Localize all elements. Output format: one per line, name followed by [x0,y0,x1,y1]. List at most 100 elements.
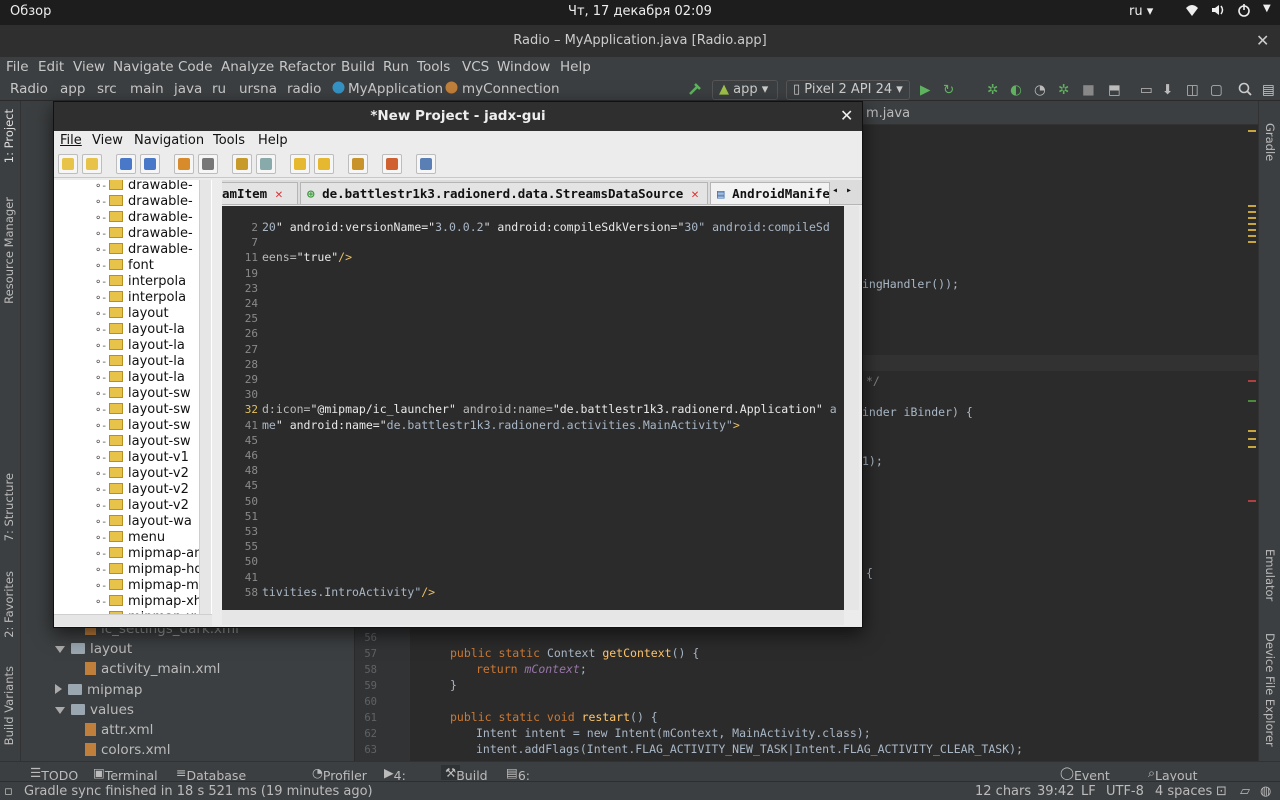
coverage-icon[interactable]: ◐ [1010,82,1026,98]
jadx-tab[interactable]: ⊕ de.battlestr1k3.radionerd.data.Streams… [300,182,708,204]
tree-handle-icon[interactable]: ⚬- [94,437,106,448]
tool-resource-manager[interactable]: Resource Manager [2,197,16,304]
tree-handle-icon[interactable]: ⚬- [94,405,106,416]
menu-vcs[interactable]: VCS [462,59,489,75]
tree-handle-icon[interactable]: ⚬- [94,501,106,512]
tree-handle-icon[interactable]: ⚬- [94,469,106,480]
breadcrumb-item[interactable]: MyApplication [348,81,443,97]
jadx-tree-item[interactable]: ⚬- layout-la [94,322,185,337]
jadx-tree-item[interactable]: ⚬- layout-v2 [94,498,189,513]
code-h-scrollbar[interactable] [222,610,844,625]
forward-button[interactable] [314,154,334,174]
jadx-tree-item[interactable]: ⚬- layout-wa [94,514,192,529]
tool-build-variants[interactable]: Build Variants [2,666,16,745]
tool-event-log[interactable]: ◯ Event Log [1060,765,1110,798]
menu-build[interactable]: Build [341,59,375,75]
tree-handle-icon[interactable]: ⚬- [94,181,106,192]
attach-debugger-icon[interactable]: ✲ [1058,82,1074,98]
jadx-tree-item[interactable]: ⚬- layout-sw [94,386,191,401]
tree-handle-icon[interactable]: ⚬- [94,213,106,224]
jadx-menu-view[interactable]: View [92,133,123,148]
menu-run[interactable]: Run [383,59,409,75]
jadx-tree-item[interactable]: ⚬- layout-sw [94,418,191,433]
tree-item[interactable]: mipmap [55,682,142,698]
tree-handle-icon[interactable]: ⚬- [94,309,106,320]
tree-handle-icon[interactable]: ⚬- [94,245,106,256]
sync-tree-button[interactable] [174,154,194,174]
tab-scroll-right-icon[interactable]: ▸ [846,185,852,196]
tree-handle-icon[interactable]: ⚬- [94,453,106,464]
tree-handle-icon[interactable]: ⚬- [94,485,106,496]
tree-v-scrollbar[interactable] [199,180,211,614]
jadx-tree-item[interactable]: ⚬- layout-v2 [94,466,189,481]
menu-edit[interactable]: Edit [38,59,64,75]
tree-handle-icon[interactable]: ⚬- [94,421,106,432]
breadcrumb-item[interactable]: radio [287,81,321,97]
open-file-button[interactable] [58,154,78,174]
menu-view[interactable]: View [73,59,105,75]
jadx-tree-item[interactable]: ⚬- drawable- [94,210,193,225]
tool-project[interactable]: 1: Project [2,109,16,163]
jadx-tree-item[interactable]: ⚬- interpola [94,274,186,289]
error-stripe-marker[interactable] [1248,205,1256,245]
tree-handle-icon[interactable]: ⚬- [94,261,106,272]
tree-handle-icon[interactable]: ⚬- [94,229,106,240]
jadx-tree-item[interactable]: ⚬- mipmap-an [94,546,202,561]
tree-item[interactable]: values [55,702,134,718]
close-icon[interactable]: ✕ [1256,31,1269,50]
error-stripe-marker[interactable] [1248,400,1256,402]
back-button[interactable] [290,154,310,174]
tab-scroll-left-icon[interactable]: ◂ [832,185,838,196]
run-config-select[interactable]: ▲ app ▾ [712,80,778,100]
tool-todo[interactable]: ☰ TODO [30,765,78,783]
tool-database-inspector[interactable]: ≡ Database Inspector [176,765,246,798]
run-icon[interactable]: ▶ [920,82,936,98]
stop-icon[interactable]: ■ [1082,82,1098,98]
breadcrumb-item[interactable]: ursna [239,81,277,97]
keyboard-layout[interactable]: ru ▾ [1129,4,1153,19]
hammer-icon[interactable] [688,82,704,96]
export-button[interactable] [140,154,160,174]
tool-build[interactable]: ⚒ Build [441,765,488,783]
error-stripe-marker[interactable] [1248,130,1256,132]
jadx-tree-item[interactable]: ⚬- layout-la [94,354,185,369]
preferences-button[interactable] [416,154,436,174]
jadx-menu-tools[interactable]: Tools [213,133,245,148]
tree-handle-icon[interactable]: ⚬- [94,341,106,352]
tool-logcat[interactable]: ▤ 6: Logcat [506,765,560,798]
menu-help[interactable]: Help [560,59,591,75]
jadx-tree-item[interactable]: ⚬- menu [94,530,165,545]
close-tab-icon[interactable]: ✕ [275,186,283,201]
tree-handle-icon[interactable]: ⚬- [94,357,106,368]
code-v-scrollbar[interactable] [844,206,859,610]
jadx-tree-item[interactable]: ⚬- drawable- [94,194,193,209]
tool-terminal[interactable]: ▣ Terminal [93,765,158,783]
log-viewer-button[interactable] [382,154,402,174]
jadx-tree-item[interactable]: ⚬- interpola [94,290,186,305]
tool-run[interactable]: ▶ 4: Run [384,765,418,798]
menu-refactor[interactable]: Refactor [279,59,336,75]
search-text-button[interactable] [232,154,252,174]
save-all-button[interactable] [116,154,136,174]
tree-item[interactable]: layout [55,641,132,657]
jadx-tree-item[interactable]: ⚬- layout-v1 [94,450,189,465]
menu-tools[interactable]: Tools [417,59,450,75]
jadx-tree-item[interactable]: ⚬- font [94,258,154,273]
flatten-packages-button[interactable] [198,154,218,174]
tool-structure[interactable]: 7: Structure [2,473,16,541]
apply-changes-icon[interactable]: ↻ [943,82,959,98]
menu-window[interactable]: Window [497,59,550,75]
tree-handle-icon[interactable]: ⚬- [94,549,106,560]
tool-profiler[interactable]: ◔ Profiler [312,765,367,783]
tool-layout-inspector[interactable]: ⌕ Layout Inspector [1148,765,1213,798]
tree-item[interactable]: attr.xml [85,722,153,738]
jadx-menu-file[interactable]: File [60,133,82,148]
breadcrumb-item[interactable]: main [130,81,164,97]
jadx-tree-item[interactable]: ⚬- layout-la [94,370,185,385]
search-class-button[interactable] [256,154,276,174]
tree-h-scrollbar[interactable] [54,614,212,626]
jadx-tree-item[interactable]: ⚬- drawable- [94,180,193,193]
jadx-tree-item[interactable]: ⚬- layout-sw [94,402,191,417]
status-message[interactable]: Gradle sync finished in 18 s 521 ms (19 … [24,784,373,799]
close-icon[interactable]: ✕ [840,106,853,125]
